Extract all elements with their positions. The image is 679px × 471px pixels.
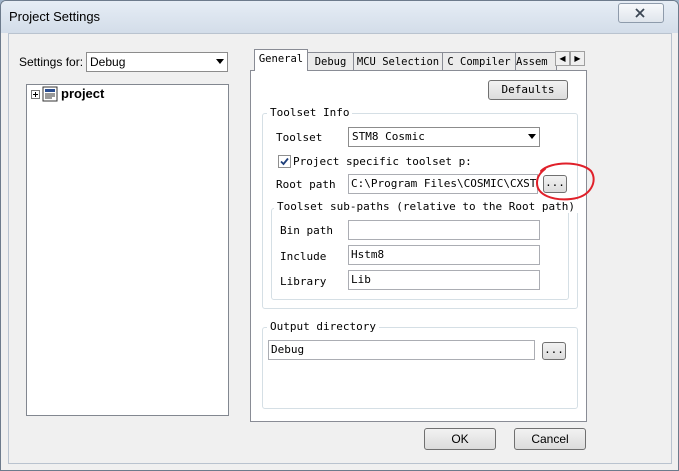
checkmark-icon [280,157,289,166]
output-directory-field[interactable]: Debug [268,340,535,360]
chevron-left-icon: ◀ [559,54,566,63]
project-specific-label[interactable]: Project specific toolset p: [293,155,472,168]
tab-assembler[interactable]: Assem [515,52,557,71]
toolset-info-legend: Toolset Info [267,106,353,119]
root-path-label: Root path [276,178,336,191]
project-settings-window: Project Settings Settings for: Debug pro… [0,0,679,471]
defaults-button[interactable]: Defaults [488,80,568,100]
toolset-select[interactable]: STM8 Cosmic [348,127,540,147]
annotation-circle [535,162,595,201]
cancel-button[interactable]: Cancel [514,428,586,450]
general-tab-panel: Defaults Toolset Info Toolset STM8 Cosmi… [250,70,595,422]
ok-button[interactable]: OK [424,428,496,450]
chevron-down-icon [528,134,536,139]
bin-path-field[interactable] [348,220,540,240]
library-label: Library [280,275,327,288]
tab-c-compiler[interactable]: C Compiler [442,52,516,71]
project-specific-checkbox[interactable] [278,155,291,168]
tab-mcu-selection[interactable]: MCU Selection [353,52,443,71]
root-path-field[interactable]: C:\Program Files\COSMIC\CXSTM8_ [348,174,538,194]
expand-icon[interactable] [31,90,40,99]
output-directory-browse-button[interactable]: ... [542,342,566,360]
project-icon [42,86,58,102]
output-directory-value: Debug [271,343,305,356]
tab-scroll-right-button[interactable]: ▶ [570,51,585,66]
include-value: Hstm8 [351,248,385,261]
close-button[interactable] [618,3,664,23]
tree-root-label[interactable]: project [61,86,104,101]
chevron-down-icon [216,59,224,64]
include-label: Include [280,250,327,263]
title-bar[interactable]: Project Settings [1,1,678,33]
settings-for-select[interactable]: Debug [86,52,228,72]
root-path-value: C:\Program Files\COSMIC\CXSTM8_ [351,177,538,190]
window-title: Project Settings [9,9,101,24]
tab-general[interactable]: General [254,49,308,71]
toolset-value: STM8 Cosmic [352,130,425,143]
chevron-right-icon: ▶ [574,54,581,63]
project-tree[interactable]: project [26,84,229,416]
output-directory-legend: Output directory [267,320,379,333]
tab-debug[interactable]: Debug [307,52,354,71]
close-icon [635,8,645,18]
tab-scroll-left-button[interactable]: ◀ [555,51,570,66]
bin-path-label: Bin path [280,224,333,237]
settings-for-value: Debug [90,55,126,69]
include-field[interactable]: Hstm8 [348,245,540,265]
dialog-body: Settings for: Debug project General Debu… [8,33,672,464]
library-field[interactable]: Lib [348,270,540,290]
settings-for-label: Settings for: [19,55,84,69]
library-value: Lib [351,273,371,286]
toolset-label: Toolset [276,131,323,144]
